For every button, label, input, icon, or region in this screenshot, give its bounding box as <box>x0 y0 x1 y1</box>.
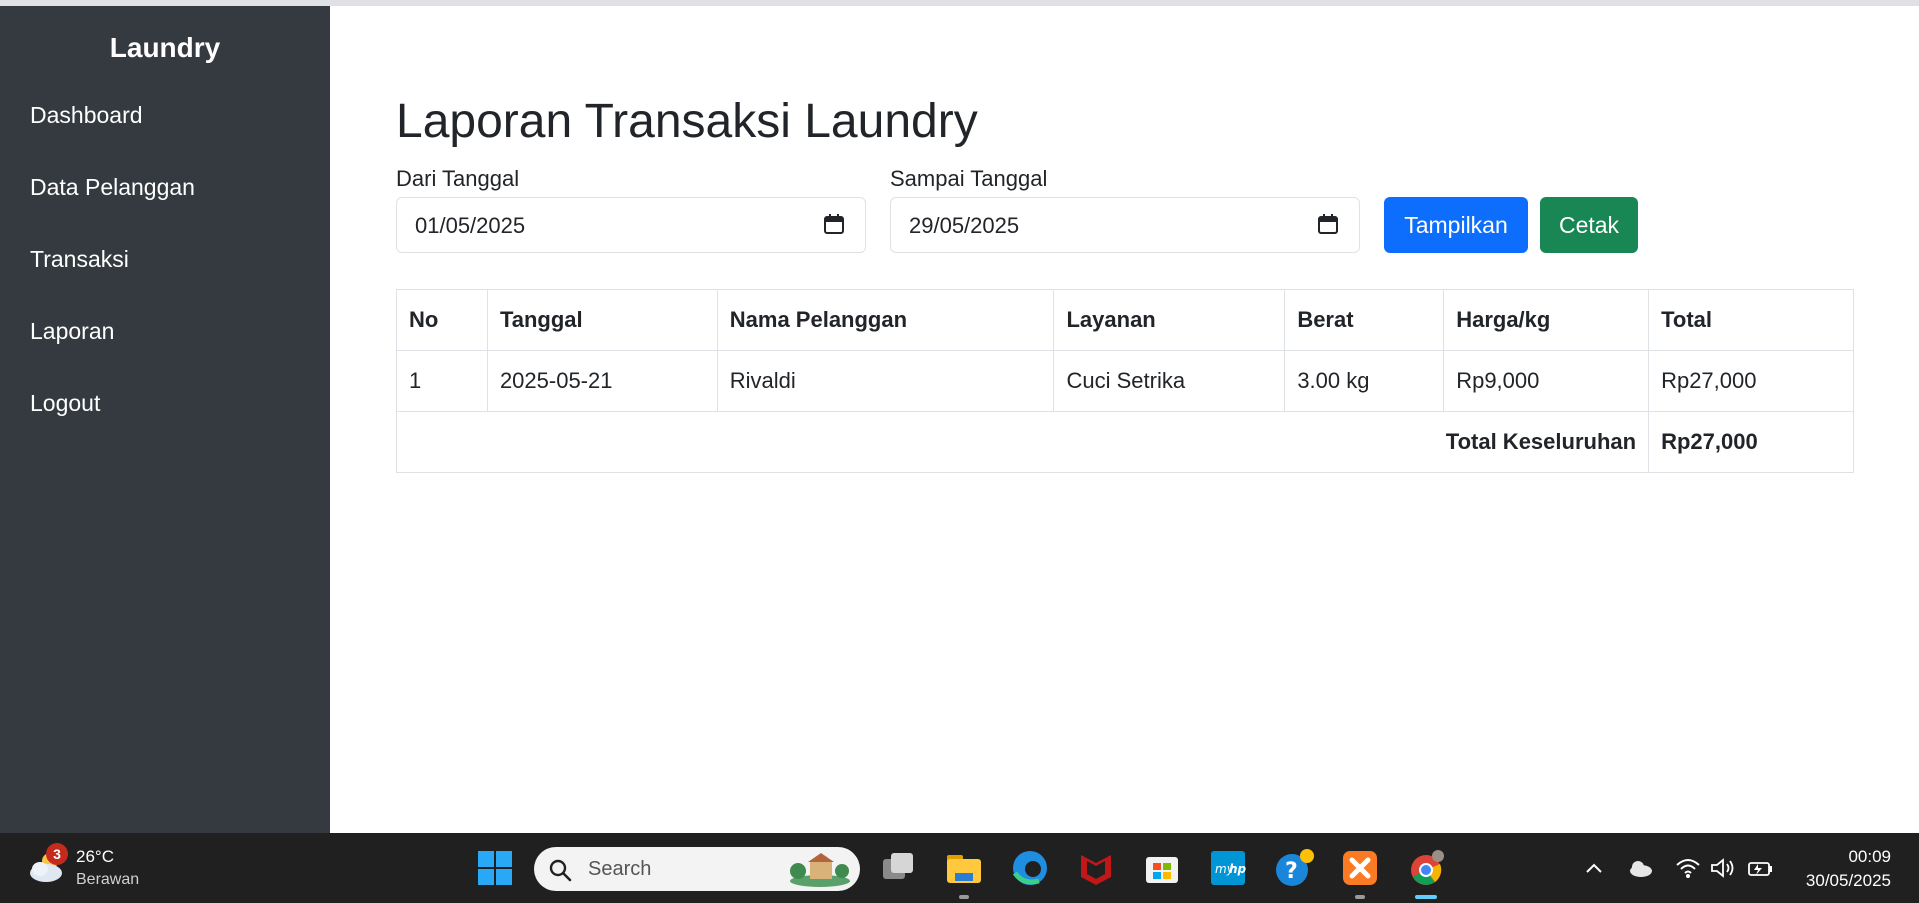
taskbar-search[interactable]: Search <box>534 847 860 891</box>
show-button[interactable]: Tampilkan <box>1384 197 1528 253</box>
microsoft-store-icon[interactable] <box>1141 847 1183 889</box>
column-header-berat: Berat <box>1284 289 1445 351</box>
clock-date[interactable]: 30/05/2025 <box>1806 871 1891 891</box>
table-header-row: No Tanggal Nama Pelanggan Layanan Berat … <box>396 289 1854 351</box>
running-indicator <box>1355 895 1365 899</box>
search-highlight-icon <box>790 853 850 887</box>
active-app-indicator <box>1415 895 1437 899</box>
column-header-total: Total <box>1648 289 1854 351</box>
sidebar-item-laporan[interactable]: Laporan <box>30 318 114 345</box>
taskbar: 3 26°C Berawan Search my hp ? 00:09 30/0… <box>0 833 1919 903</box>
report-table: No Tanggal Nama Pelanggan Layanan Berat … <box>395 289 1854 473</box>
search-icon <box>549 859 572 882</box>
myhp-icon[interactable]: my hp <box>1207 847 1249 889</box>
app-window: Laundry Dashboard Data Pelanggan Transak… <box>0 6 1919 833</box>
column-header-no: No <box>396 289 488 351</box>
cell-total: Rp27,000 <box>1648 350 1854 412</box>
weather-temperature[interactable]: 26°C <box>76 847 114 867</box>
svg-text:hp: hp <box>1229 862 1247 876</box>
help-icon[interactable]: ? <box>1273 847 1315 889</box>
sidebar-brand: Laundry <box>109 32 221 63</box>
edge-browser-icon[interactable] <box>1009 847 1051 889</box>
search-placeholder: Search <box>588 858 652 880</box>
main-content: Laporan Transaksi Laundry Dari Tanggal 0… <box>330 6 1919 833</box>
calendar-icon[interactable] <box>823 213 845 235</box>
battery-icon[interactable] <box>1746 855 1774 881</box>
cell-tanggal: 2025-05-21 <box>486 350 718 412</box>
volume-icon[interactable] <box>1708 855 1736 881</box>
cell-berat: 3.00 kg <box>1284 350 1445 412</box>
cell-nama-pelanggan: Rivaldi <box>716 350 1055 412</box>
to-date-value: 29/05/2025 <box>909 213 1020 238</box>
sidebar-item-transaksi[interactable]: Transaksi <box>30 246 129 273</box>
sidebar-item-data-pelanggan[interactable]: Data Pelanggan <box>30 174 195 201</box>
to-date-label: Sampai Tanggal <box>890 166 1048 191</box>
column-header-nama-pelanggan: Nama Pelanggan <box>716 289 1055 351</box>
svg-text:?: ? <box>1285 859 1298 884</box>
column-header-layanan: Layanan <box>1053 289 1286 351</box>
total-value: Rp27,000 <box>1648 411 1854 473</box>
cell-no: 1 <box>396 350 488 412</box>
running-indicator <box>959 895 969 899</box>
task-view-icon[interactable] <box>877 847 919 889</box>
print-button[interactable]: Cetak <box>1540 197 1638 253</box>
chrome-browser-icon[interactable] <box>1405 847 1447 889</box>
weather-badge: 3 <box>46 843 68 865</box>
total-label: Total Keseluruhan <box>395 411 1650 473</box>
sidebar-item-logout[interactable]: Logout <box>30 390 100 417</box>
sidebar: Laundry Dashboard Data Pelanggan Transak… <box>0 6 330 833</box>
table-total-row: Total Keseluruhan Rp27,000 <box>395 411 1854 473</box>
cell-harga-kg: Rp9,000 <box>1443 350 1650 412</box>
table-row: 1 2025-05-21 Rivaldi Cuci Setrika 3.00 k… <box>396 350 1854 412</box>
weather-condition[interactable]: Berawan <box>76 871 139 889</box>
page-title: Laporan Transaksi Laundry <box>396 95 978 148</box>
onedrive-cloud-icon[interactable] <box>1626 855 1654 881</box>
wifi-icon[interactable] <box>1674 855 1702 881</box>
from-date-input[interactable]: 01/05/2025 <box>396 197 866 253</box>
mcafee-icon[interactable] <box>1075 847 1117 889</box>
to-date-input[interactable]: 29/05/2025 <box>890 197 1360 253</box>
cell-layanan: Cuci Setrika <box>1053 350 1286 412</box>
column-header-tanggal: Tanggal <box>486 289 718 351</box>
chevron-up-icon[interactable] <box>1580 855 1608 881</box>
clock-time[interactable]: 00:09 <box>1848 847 1891 867</box>
file-explorer-icon[interactable] <box>943 847 985 889</box>
from-date-label: Dari Tanggal <box>396 166 520 191</box>
windows-start-icon[interactable] <box>474 847 516 889</box>
sidebar-item-dashboard[interactable]: Dashboard <box>30 102 143 129</box>
calendar-icon[interactable] <box>1317 213 1339 235</box>
column-header-harga-kg: Harga/kg <box>1443 289 1650 351</box>
xampp-icon[interactable] <box>1339 847 1381 889</box>
from-date-value: 01/05/2025 <box>415 213 526 238</box>
